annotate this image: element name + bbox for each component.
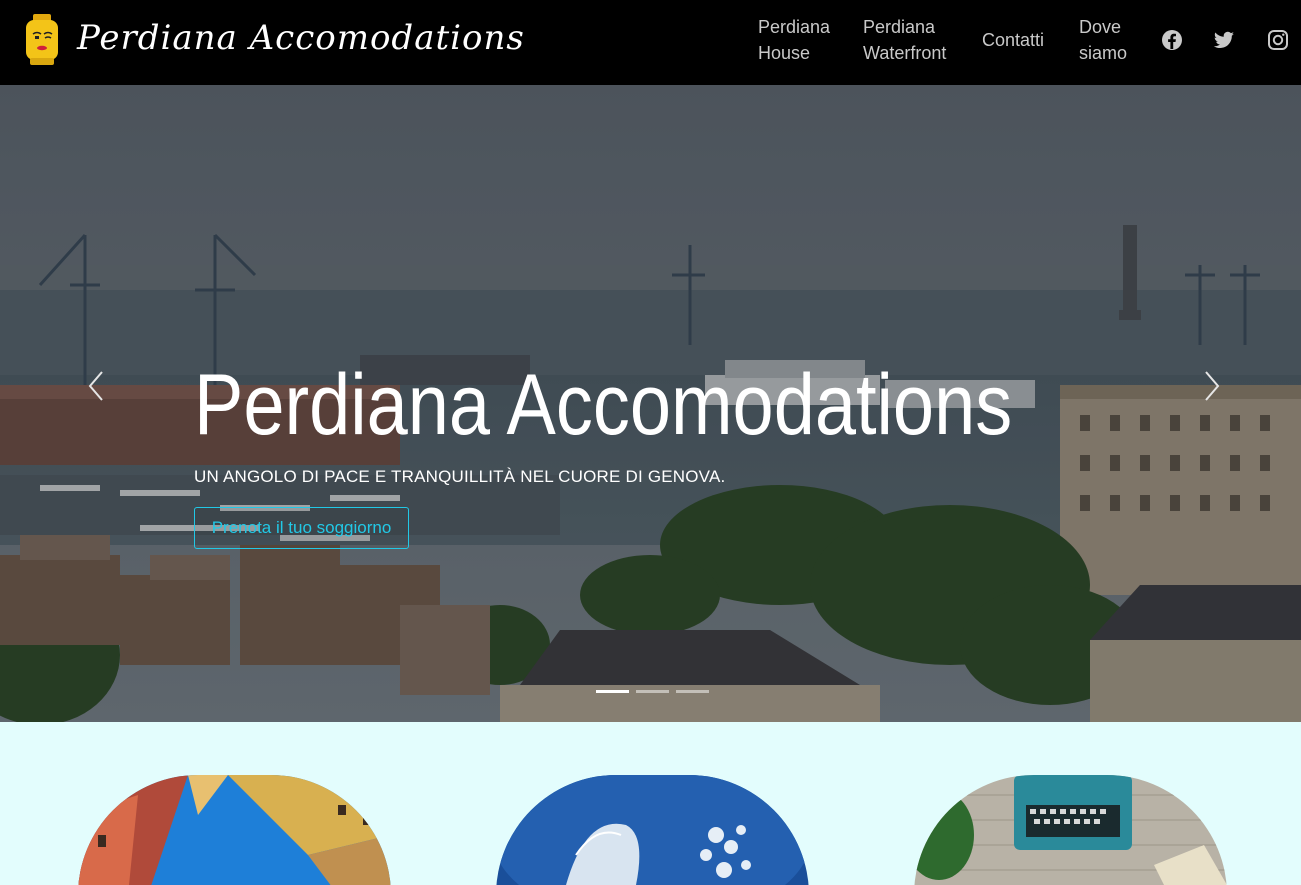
nav-item-label: Contatti — [982, 30, 1045, 50]
nav-item-perdiana-waterfront[interactable]: Perdiana Waterfront — [863, 14, 946, 66]
hero-title: Perdiana Accomodations — [194, 357, 1013, 453]
chevron-left-icon[interactable] — [82, 368, 112, 404]
carousel-indicator[interactable] — [596, 690, 629, 693]
lego-head-icon — [24, 14, 60, 66]
nav-item-label: siamo — [1079, 43, 1128, 63]
nav-item-label: Perdiana — [758, 17, 831, 37]
nav-item-label: Perdiana — [863, 17, 936, 37]
card-image-genova-street[interactable] — [78, 775, 391, 885]
hero-carousel: Perdiana Accomodations UN ANGOLO DI PACE… — [0, 85, 1301, 722]
book-stay-button[interactable]: Prenota il tuo soggiorno — [194, 507, 409, 549]
instagram-icon[interactable] — [1266, 28, 1290, 52]
chevron-right-icon[interactable] — [1196, 368, 1226, 404]
nav-item-contatti[interactable]: Contatti — [982, 27, 1044, 53]
nav-item-dove-siamo[interactable]: Dove siamo — [1079, 14, 1127, 66]
carousel-indicator[interactable] — [676, 690, 709, 693]
nav-item-label: Dove — [1079, 17, 1122, 37]
hero-subtitle: UN ANGOLO DI PACE E TRANQUILLITÀ NEL CUO… — [194, 467, 726, 486]
nav-item-perdiana-house[interactable]: Perdiana House — [758, 14, 830, 66]
carousel-indicator[interactable] — [636, 690, 669, 693]
card-image-typewriter-desk[interactable] — [914, 775, 1227, 885]
twitter-icon[interactable] — [1212, 28, 1236, 52]
nav-item-label: Waterfront — [863, 43, 947, 63]
brand-link[interactable]: Perdiana Accomodations — [24, 14, 525, 66]
card-image-aquarium-jellyfish[interactable] — [496, 775, 809, 885]
brand-name: Perdiana Accomodations — [77, 18, 525, 58]
features-section — [0, 722, 1301, 885]
facebook-icon[interactable] — [1160, 28, 1184, 52]
carousel-indicators — [596, 690, 709, 693]
nav-item-label: House — [758, 43, 811, 63]
navbar: Perdiana Accomodations Perdiana House Pe… — [0, 0, 1301, 85]
